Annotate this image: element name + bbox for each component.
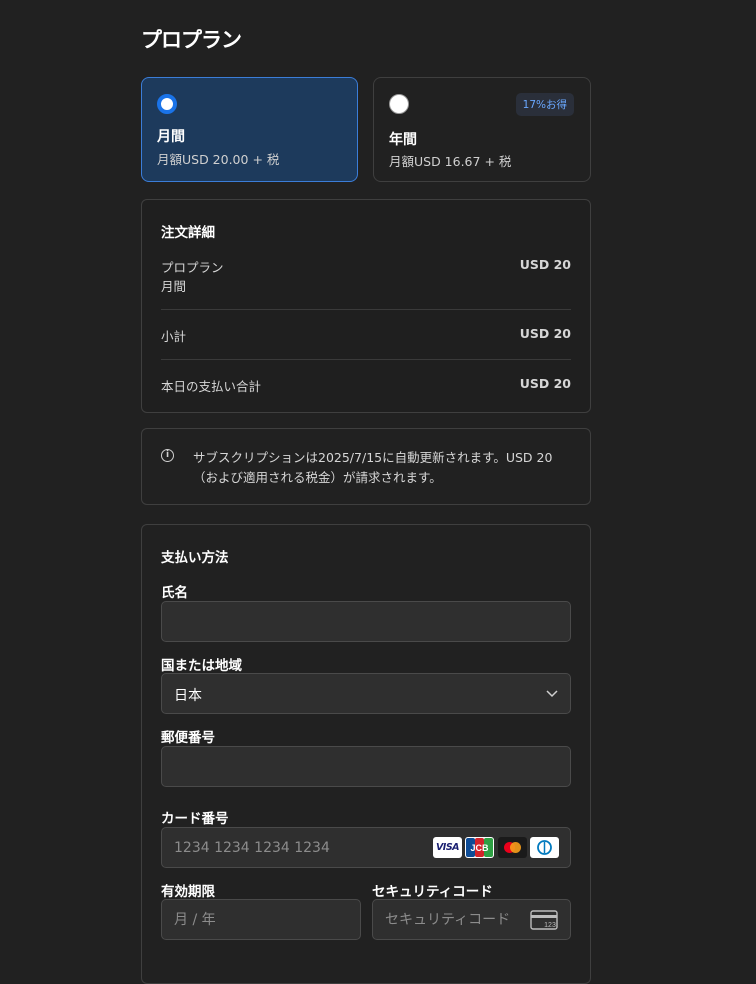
jcb-text: JCB xyxy=(470,843,489,853)
divider xyxy=(161,359,571,360)
country-select-value: 日本 xyxy=(174,688,202,704)
jcb-icon: JCB xyxy=(465,837,494,858)
plan-option-monthly[interactable]: 月間 月額USD 20.00 + 税 xyxy=(141,77,358,182)
renewal-notice-text: サブスクリプションは2025/7/15に自動更新されます。USD 20（および適… xyxy=(193,450,553,485)
info-icon: i xyxy=(161,449,174,462)
plan-option-yearly[interactable]: 17%お得 年間 月額USD 16.67 + 税 xyxy=(373,77,591,182)
subtotal-row: 小計 USD 20 xyxy=(161,326,571,345)
plan-selector: 月間 月額USD 20.00 + 税 17%お得 年間 月額USD 16.67 … xyxy=(141,77,591,184)
order-details-card: 注文詳細 プロプラン USD 20 月間 小計 USD 20 本日の支払い合計 … xyxy=(141,199,591,413)
order-item-period-row: 月間 xyxy=(161,276,571,295)
expiry-label: 有効期限 xyxy=(161,884,215,900)
order-item-amount: USD 20 xyxy=(519,257,571,272)
country-select[interactable]: 日本 xyxy=(161,673,571,714)
cvc-card-icon: 123 xyxy=(530,910,558,930)
payment-method-title: 支払い方法 xyxy=(161,550,229,566)
cvc-input[interactable] xyxy=(373,899,528,940)
subtotal-label: 小計 xyxy=(161,329,187,344)
diners-icon xyxy=(530,837,559,858)
plan-name: 月間 xyxy=(157,129,185,145)
renewal-notice: i サブスクリプションは2025/7/15に自動更新されます。USD 20（およ… xyxy=(141,428,591,505)
plan-name: 年間 xyxy=(389,132,417,148)
country-label: 国または地域 xyxy=(161,658,242,674)
cvc-field[interactable]: 123 xyxy=(372,899,571,940)
order-details-title: 注文詳細 xyxy=(161,225,215,241)
expiry-input[interactable] xyxy=(161,899,361,940)
diners-circle xyxy=(537,840,552,855)
postal-code-input[interactable] xyxy=(161,746,571,787)
name-input[interactable] xyxy=(161,601,571,642)
mastercard-icon xyxy=(498,837,527,858)
card-number-label: カード番号 xyxy=(161,811,229,827)
divider xyxy=(161,309,571,310)
plan-price: 月額USD 20.00 + 税 xyxy=(157,152,280,167)
card-brand-logos: VISA JCB xyxy=(433,837,559,859)
postal-code-label: 郵便番号 xyxy=(161,730,215,746)
discount-badge: 17%お得 xyxy=(515,93,574,116)
jcb-logo-graphic: JCB xyxy=(466,838,493,857)
plan-price: 月額USD 16.67 + 税 xyxy=(389,154,512,169)
subtotal-amount: USD 20 xyxy=(519,326,571,341)
cvc-icon-text: 123 xyxy=(544,922,556,929)
card-number-input[interactable] xyxy=(162,827,427,868)
total-amount: USD 20 xyxy=(519,376,571,391)
payment-method-card: 支払い方法 氏名 国または地域 日本 郵便番号 カード番号 VISA xyxy=(141,524,591,984)
radio-unselected-icon[interactable] xyxy=(389,94,409,114)
order-item-period: 月間 xyxy=(161,279,187,294)
order-item-name: プロプラン xyxy=(161,260,224,275)
chevron-down-icon xyxy=(546,690,558,698)
order-item-row: プロプラン USD 20 xyxy=(161,257,571,276)
radio-selected-icon[interactable] xyxy=(157,94,177,114)
visa-icon: VISA xyxy=(433,837,462,858)
name-label: 氏名 xyxy=(161,585,188,601)
total-row: 本日の支払い合計 USD 20 xyxy=(161,376,571,395)
mastercard-circles xyxy=(504,842,521,853)
cvc-label: セキュリティコード xyxy=(372,884,493,900)
page-title: プロプラン xyxy=(141,28,242,52)
card-number-field[interactable]: VISA JCB xyxy=(161,827,571,868)
total-label: 本日の支払い合計 xyxy=(161,379,262,394)
